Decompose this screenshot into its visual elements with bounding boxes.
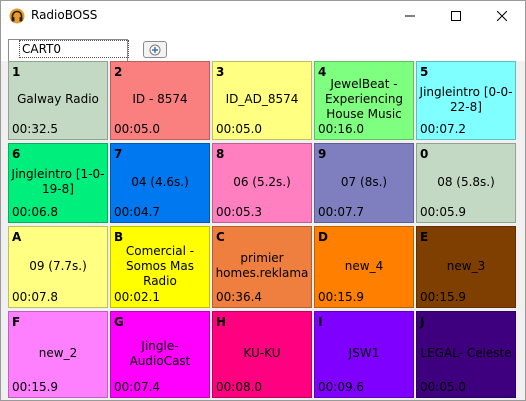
cart-button-label: JewelBeat - Experiencing House Music <box>324 77 404 121</box>
cart-button-duration: 00:07.2 <box>420 122 467 136</box>
headphones-app-icon <box>9 8 25 24</box>
cart-button-label: primier homes.reklama <box>215 251 309 280</box>
cart-button-hotkey: 6 <box>12 147 21 161</box>
cart-button[interactable]: 0 08 (5.8s.) 00:05.9 <box>416 143 516 223</box>
cart-button-hotkey: 8 <box>216 147 225 161</box>
cart-button[interactable]: 5 Jingleintro [0-0-22-8] 00:07.2 <box>416 61 516 140</box>
cart-button[interactable]: Dnew_4 00:15.9 <box>314 226 414 308</box>
cart-button-label: Jingleintro [1-0-19-8] <box>11 167 105 196</box>
cart-button-grid: 1 Galway Radio 00:32.5 2 ID - 8574 00:05.0 3 ID… <box>8 61 519 398</box>
cart-button-label: 08 (5.8s.) <box>437 174 495 189</box>
cart-button-label: Comercial - Somos Mas Radio <box>125 243 195 288</box>
cart-button-duration: 00:32.5 <box>12 122 59 136</box>
cart-button-hotkey: D <box>318 230 328 244</box>
cart-button[interactable]: Enew_3 00:15.9 <box>416 226 516 308</box>
maximize-button[interactable] <box>433 1 479 31</box>
cart-button-duration: 00:05.9 <box>420 205 467 219</box>
cart-button-hotkey: 7 <box>114 147 123 161</box>
cart-button-label: Jingle-AudioCast <box>129 338 191 368</box>
cart-button-label: Galway Radio <box>17 92 99 106</box>
cart-button-duration: 00:15.9 <box>420 290 467 304</box>
cart-button-hotkey: 3 <box>216 65 225 79</box>
cart-button-label: 09 (7.7s.) <box>29 258 87 273</box>
cart-button-hotkey: 1 <box>12 65 21 79</box>
cart-button-duration: 00:04.7 <box>114 205 161 219</box>
cart-button-hotkey: 9 <box>318 147 327 161</box>
cart-button-hotkey: 2 <box>114 65 123 79</box>
title-bar[interactable]: RadioBOSS <box>1 1 525 31</box>
cart-button-hotkey: F <box>12 315 21 329</box>
close-button[interactable] <box>479 1 525 31</box>
cart-button-duration: 00:02.1 <box>114 290 161 304</box>
cart-button-duration: 00:05.3 <box>216 205 263 219</box>
cart-button-duration: 00:05.0 <box>216 122 263 136</box>
cart-button[interactable]: Fnew_2 00:15.9 <box>8 311 108 398</box>
cart-button[interactable]: 9 07 (8s.) 00:07.7 <box>314 143 414 223</box>
cart-button-label: KU-KU <box>243 346 281 360</box>
tab-name-field[interactable]: CART0 <box>19 40 129 58</box>
radioboss-window: RadioBOSS CART0 1 Galway Radio 00:32.5 2 ID … <box>0 0 526 401</box>
cart-button-hotkey: I <box>318 315 323 329</box>
minimize-icon <box>405 15 415 17</box>
cart-button[interactable]: J LEGAL- Celeste 00:05.0 <box>416 311 516 398</box>
minimize-button[interactable] <box>387 1 433 31</box>
maximize-icon <box>451 11 461 21</box>
cart-button-duration: 00:07.7 <box>318 205 365 219</box>
cart-button[interactable]: A 09 (7.7s.) 00:07.8 <box>8 226 108 308</box>
cart-button-hotkey: 5 <box>420 65 429 79</box>
window-title: RadioBOSS <box>31 8 98 22</box>
cart-button-duration: 00:15.9 <box>318 290 365 304</box>
cart-button-duration: 00:36.4 <box>216 290 263 304</box>
cart-button-label: ID_AD_8574 <box>225 92 299 106</box>
cart-button[interactable]: B Comercial - Somos Mas Radio 00:02.1 <box>110 226 210 308</box>
cart-button-duration: 00:09.6 <box>318 380 365 394</box>
cart-button-hotkey: A <box>12 230 22 244</box>
cart-button[interactable]: 2 ID - 8574 00:05.0 <box>110 61 210 140</box>
cart-button-label: new_4 <box>344 258 384 273</box>
cart-button[interactable]: 1 Galway Radio 00:32.5 <box>8 61 108 140</box>
cart-button-label: 04 (4.6s.) <box>131 174 189 189</box>
cart-button-hotkey: E <box>420 230 429 244</box>
cart-button[interactable]: 8 06 (5.2s.) 00:05.3 <box>212 143 312 223</box>
cart-button-duration: 00:16.0 <box>318 122 365 136</box>
cart-button-duration: 00:07.4 <box>114 380 161 394</box>
cart-button-duration: 00:07.8 <box>12 290 59 304</box>
cart-button-hotkey: J <box>420 315 425 329</box>
cart-button[interactable]: I JSW1 00:09.6 <box>314 311 414 398</box>
cart-button-label: LEGAL- Celeste <box>420 346 512 360</box>
cart-button-label: JSW1 <box>348 346 380 360</box>
cart-button-duration: 00:05.0 <box>114 122 161 136</box>
cart-button-duration: 00:15.9 <box>12 380 59 394</box>
cart-button[interactable]: Cprimier homes.reklama 00:36.4 <box>212 226 312 308</box>
cart-button-duration: 00:08.0 <box>216 380 263 394</box>
cart-button[interactable]: 7 04 (4.6s.) 00:04.7 <box>110 143 210 223</box>
cart-button-hotkey: G <box>114 315 124 329</box>
cart-button-hotkey: C <box>216 230 225 244</box>
close-icon <box>497 11 507 21</box>
cart-button-hotkey: B <box>114 230 124 244</box>
cart-button[interactable]: H KU-KU 00:08.0 <box>212 311 312 398</box>
cart-button-label: 06 (5.2s.) <box>233 174 291 189</box>
cart-button-label: new_3 <box>446 258 486 273</box>
cart-button[interactable]: G Jingle-AudioCast 00:07.4 <box>110 311 210 398</box>
add-tab-button[interactable] <box>143 41 167 58</box>
cart-button-label: new_2 <box>38 346 78 360</box>
cart-button-label: 07 (8s.) <box>340 174 388 189</box>
cart-button-duration: 00:06.8 <box>12 205 59 219</box>
cart-tab-strip: CART0 <box>1 31 525 61</box>
cart-button-hotkey: H <box>216 315 227 329</box>
cart-button-label: ID - 8574 <box>132 92 188 106</box>
cart-button-hotkey: 0 <box>420 147 429 161</box>
add-tab-icon <box>149 44 161 55</box>
cart-button[interactable]: 6 Jingleintro [1-0-19-8] 00:06.8 <box>8 143 108 223</box>
cart-button[interactable]: 4 JewelBeat - Experiencing House Music 00:… <box>314 61 414 140</box>
cart-button-label: Jingleintro [0-0-22-8] <box>419 84 513 114</box>
cart-button[interactable]: 3 ID_AD_8574 00:05.0 <box>212 61 312 140</box>
cart-button-duration: 00:05.0 <box>420 380 467 394</box>
